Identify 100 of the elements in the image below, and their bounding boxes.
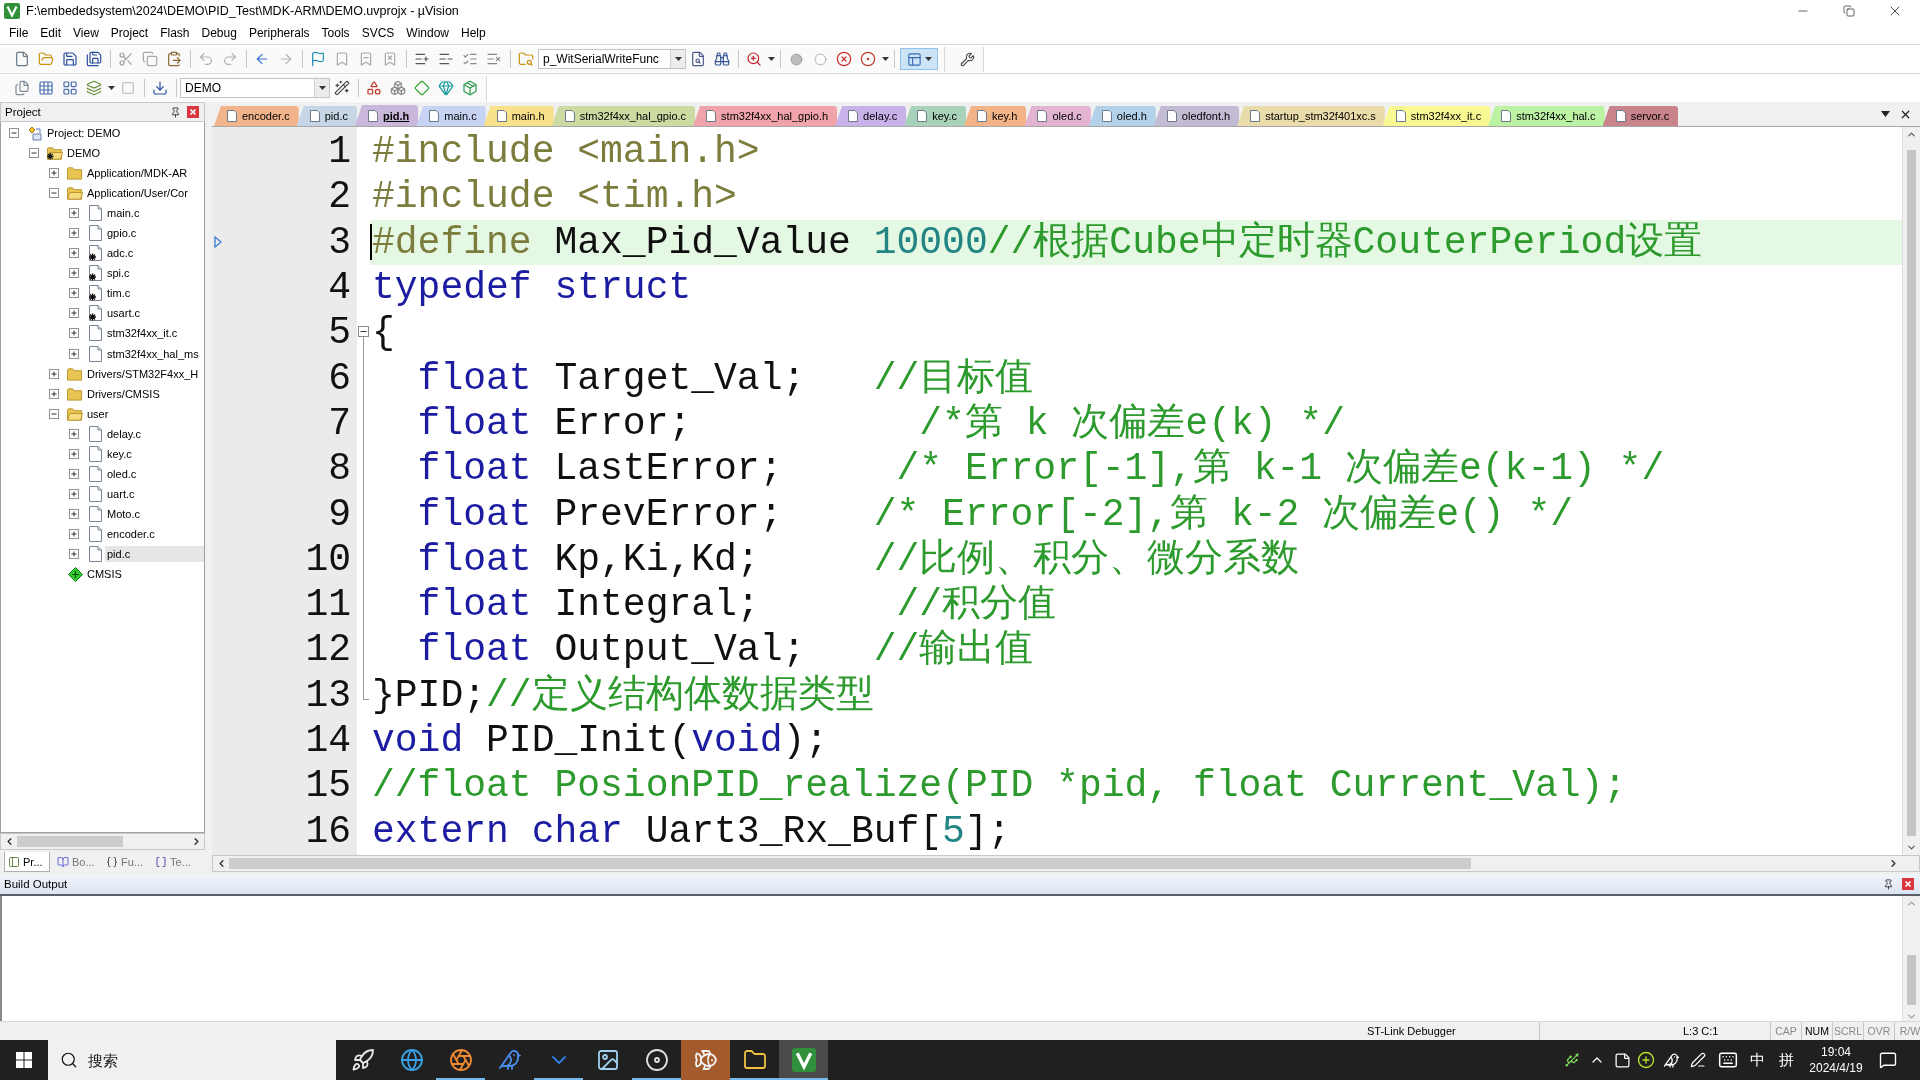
circle-dot-icon[interactable] bbox=[860, 51, 876, 67]
tree-item[interactable]: user bbox=[85, 405, 111, 422]
clock-date[interactable]: 2024/4/19 bbox=[1809, 1061, 1863, 1075]
brackets-icon[interactable] bbox=[155, 855, 167, 868]
menu-item[interactable]: Edit bbox=[34, 26, 68, 40]
input-mode-indicator[interactable]: 拼 bbox=[1778, 1050, 1794, 1070]
panel-icon[interactable] bbox=[8, 855, 20, 868]
scroll-down-icon[interactable] bbox=[1906, 842, 1917, 853]
grid-icon[interactable] bbox=[38, 80, 54, 96]
editor-tab[interactable]: pid.h bbox=[354, 105, 419, 126]
tree-item[interactable]: Project: DEMO bbox=[45, 125, 123, 141]
menu-item[interactable]: Peripherals bbox=[242, 26, 316, 40]
editor-tab[interactable]: stm32f4xx_hal.c bbox=[1488, 106, 1605, 126]
tree-item[interactable]: Application/User/Cor bbox=[85, 185, 190, 202]
taskbar-button[interactable] bbox=[779, 1040, 828, 1080]
menu-item[interactable]: Help bbox=[455, 26, 492, 40]
panel-tab[interactable]: Fu... bbox=[102, 852, 148, 872]
caret-icon[interactable] bbox=[767, 57, 775, 61]
editor-tab[interactable]: main.c bbox=[416, 106, 486, 126]
expand-toggle[interactable] bbox=[69, 488, 79, 499]
editor-tab[interactable]: pid.c bbox=[296, 106, 357, 126]
tree-item[interactable]: uart.c bbox=[105, 485, 137, 502]
caret-icon[interactable] bbox=[881, 57, 889, 61]
paste-icon[interactable] bbox=[166, 51, 182, 67]
menu-item[interactable]: Project bbox=[104, 26, 155, 40]
tree-item[interactable]: delay.c bbox=[105, 425, 144, 442]
editor-tab[interactable]: oledfont.h bbox=[1153, 106, 1240, 126]
caret-icon[interactable] bbox=[674, 57, 682, 61]
package-icon[interactable] bbox=[462, 80, 478, 96]
caret-icon[interactable] bbox=[107, 86, 115, 90]
tree-item[interactable]: stm32f4xx_it.c bbox=[105, 325, 180, 342]
tree-item[interactable]: key.c bbox=[105, 445, 134, 462]
scrollbar-thumb[interactable] bbox=[1907, 955, 1916, 1005]
panel-tab[interactable]: Pr... bbox=[4, 852, 50, 872]
vertical-scrollbar[interactable] bbox=[1902, 896, 1920, 1024]
tree-item[interactable]: usart.c bbox=[105, 305, 142, 322]
windows-logo-icon[interactable] bbox=[16, 1052, 32, 1068]
save-icon[interactable] bbox=[62, 51, 78, 67]
menu-item[interactable]: Debug bbox=[195, 26, 243, 40]
editor-tab[interactable]: encoder.c bbox=[214, 106, 299, 126]
boxes-icon[interactable] bbox=[390, 80, 406, 96]
expand-toggle[interactable] bbox=[69, 549, 79, 559]
tree-item[interactable]: Drivers/STM32F4xx_H bbox=[85, 365, 201, 382]
expand-toggle[interactable] bbox=[69, 268, 79, 279]
expand-toggle[interactable] bbox=[49, 388, 59, 399]
back-arrow-icon[interactable] bbox=[254, 51, 270, 67]
tree-item[interactable]: CMSIS bbox=[85, 566, 124, 583]
expand-toggle[interactable] bbox=[69, 468, 79, 479]
expand-toggle[interactable] bbox=[69, 308, 79, 319]
expand-toggle[interactable] bbox=[69, 528, 79, 539]
window-icon[interactable] bbox=[906, 51, 922, 67]
horizontal-scrollbar[interactable] bbox=[0, 833, 205, 850]
usb-icon[interactable] bbox=[1564, 1052, 1580, 1068]
menu-item[interactable]: Tools bbox=[315, 26, 356, 40]
function-combo[interactable]: p_WitSerialWriteFunc bbox=[538, 49, 686, 69]
tree-item[interactable]: Application/MDK-AR bbox=[85, 165, 190, 182]
editor-tab[interactable]: stm32f4xx_it.c bbox=[1382, 106, 1491, 126]
tree-item[interactable]: adc.c bbox=[105, 245, 136, 262]
input-method-indicator[interactable]: 中 bbox=[1749, 1050, 1765, 1070]
editor-tab[interactable]: startup_stm32f401xc.s bbox=[1237, 106, 1385, 126]
editor-tab[interactable]: delay.c bbox=[835, 106, 907, 126]
menu-item[interactable]: Window bbox=[400, 26, 455, 40]
pin-icon[interactable] bbox=[1883, 878, 1894, 890]
tree-item[interactable]: spi.c bbox=[105, 265, 132, 282]
vertical-scrollbar[interactable] bbox=[1902, 127, 1920, 855]
collapse-toggle[interactable] bbox=[9, 128, 19, 138]
expand-toggle[interactable] bbox=[69, 228, 79, 239]
menu-item[interactable]: View bbox=[67, 26, 105, 40]
wrench-icon[interactable] bbox=[959, 51, 975, 67]
expand-toggle[interactable] bbox=[69, 348, 79, 359]
binoculars-icon[interactable] bbox=[714, 51, 730, 67]
book-icon[interactable] bbox=[57, 855, 69, 868]
horizontal-scrollbar[interactable] bbox=[212, 855, 1920, 872]
braces-icon[interactable] bbox=[106, 855, 118, 868]
panel-tab[interactable]: Bo... bbox=[53, 852, 99, 872]
expand-toggle[interactable] bbox=[69, 508, 79, 519]
collapse-toggle[interactable] bbox=[29, 148, 39, 159]
expand-toggle[interactable] bbox=[69, 288, 79, 299]
editor-tab[interactable]: key.h bbox=[964, 106, 1027, 126]
layers-icon[interactable] bbox=[86, 80, 102, 96]
download-icon[interactable] bbox=[152, 80, 168, 96]
tree-item[interactable]: main.c bbox=[105, 205, 142, 222]
editor-tab[interactable]: oled.h bbox=[1088, 106, 1156, 126]
window-layout-button[interactable] bbox=[900, 48, 938, 70]
editor-tab[interactable]: stm32f4xx_hal_gpio.h bbox=[693, 106, 838, 126]
expand-toggle[interactable] bbox=[69, 328, 79, 339]
gem-icon[interactable] bbox=[438, 80, 454, 96]
flag-icon[interactable] bbox=[310, 51, 326, 67]
expand-toggle[interactable] bbox=[69, 208, 79, 219]
editor-tab[interactable]: servor.c bbox=[1602, 106, 1679, 126]
menu-item[interactable]: Flash bbox=[154, 26, 196, 40]
save-all-icon[interactable] bbox=[86, 51, 102, 67]
magnifier-icon[interactable] bbox=[746, 51, 762, 67]
new-file-icon[interactable] bbox=[14, 51, 30, 67]
note-icon[interactable] bbox=[1613, 1051, 1631, 1069]
bird-icon[interactable] bbox=[1662, 1051, 1680, 1069]
list-x-icon[interactable] bbox=[486, 51, 502, 67]
tree-item[interactable]: gpio.c bbox=[105, 225, 139, 242]
list-checks-icon[interactable] bbox=[462, 51, 478, 67]
editor-tab[interactable]: key.c bbox=[904, 106, 966, 126]
